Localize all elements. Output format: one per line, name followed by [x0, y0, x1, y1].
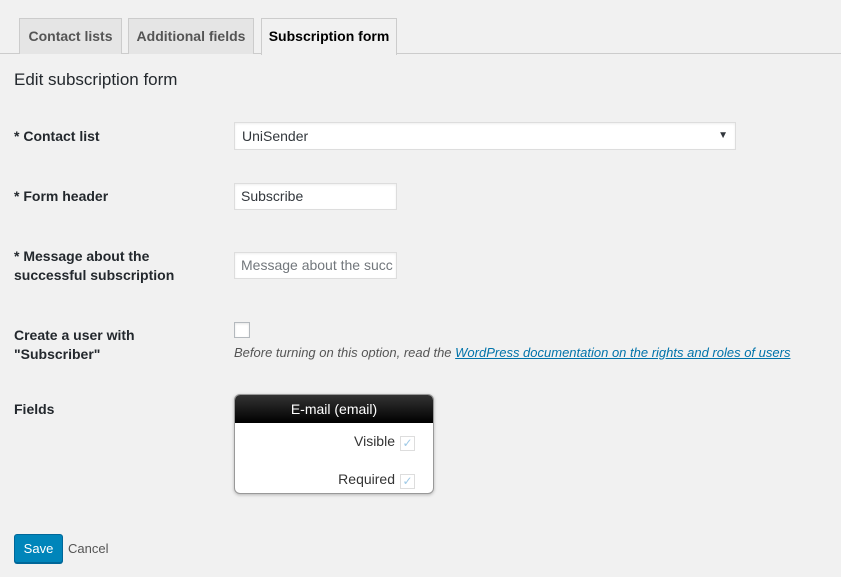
form-header-label: * Form header: [14, 188, 109, 204]
visible-label: Visible: [354, 433, 395, 449]
tab-subscription-form[interactable]: Subscription form: [261, 18, 397, 55]
contact-list-select[interactable]: UniSender ▼: [234, 122, 736, 150]
required-label: Required: [338, 471, 395, 487]
contact-list-value: UniSender: [242, 128, 309, 144]
create-user-checkbox[interactable]: [234, 322, 250, 338]
tab-contact-lists[interactable]: Contact lists: [19, 18, 122, 54]
create-user-hint: Before turning on this option, read the …: [234, 345, 790, 360]
visible-checkbox[interactable]: ✓: [400, 436, 415, 451]
visible-row: Visible ✓: [354, 433, 415, 451]
form-header-input[interactable]: Subscribe: [234, 183, 397, 210]
page-title: Edit subscription form: [14, 70, 178, 89]
email-field-card-title: E-mail (email): [235, 395, 433, 423]
success-message-input[interactable]: Message about the succ: [234, 252, 397, 279]
fields-label: Fields: [14, 401, 55, 417]
required-checkbox[interactable]: ✓: [400, 474, 415, 489]
hint-text: Before turning on this option, read the: [234, 345, 456, 360]
create-user-label: Create a user with "Subscriber": [14, 327, 135, 362]
save-button[interactable]: Save: [14, 534, 63, 563]
tab-additional-fields[interactable]: Additional fields: [128, 18, 254, 54]
contact-list-label: * Contact list: [14, 128, 100, 144]
email-field-card: E-mail (email) Visible ✓ Required ✓: [234, 394, 434, 494]
dropdown-arrow-icon: ▼: [718, 130, 728, 141]
required-row: Required ✓: [338, 471, 415, 489]
success-message-label: * Message about the successful subscript…: [14, 248, 175, 283]
cancel-link[interactable]: Cancel: [68, 541, 108, 556]
tab-bar: Contact lists Additional fields Subscrip…: [0, 0, 841, 55]
wordpress-docs-link[interactable]: WordPress documentation on the rights an…: [455, 345, 790, 360]
